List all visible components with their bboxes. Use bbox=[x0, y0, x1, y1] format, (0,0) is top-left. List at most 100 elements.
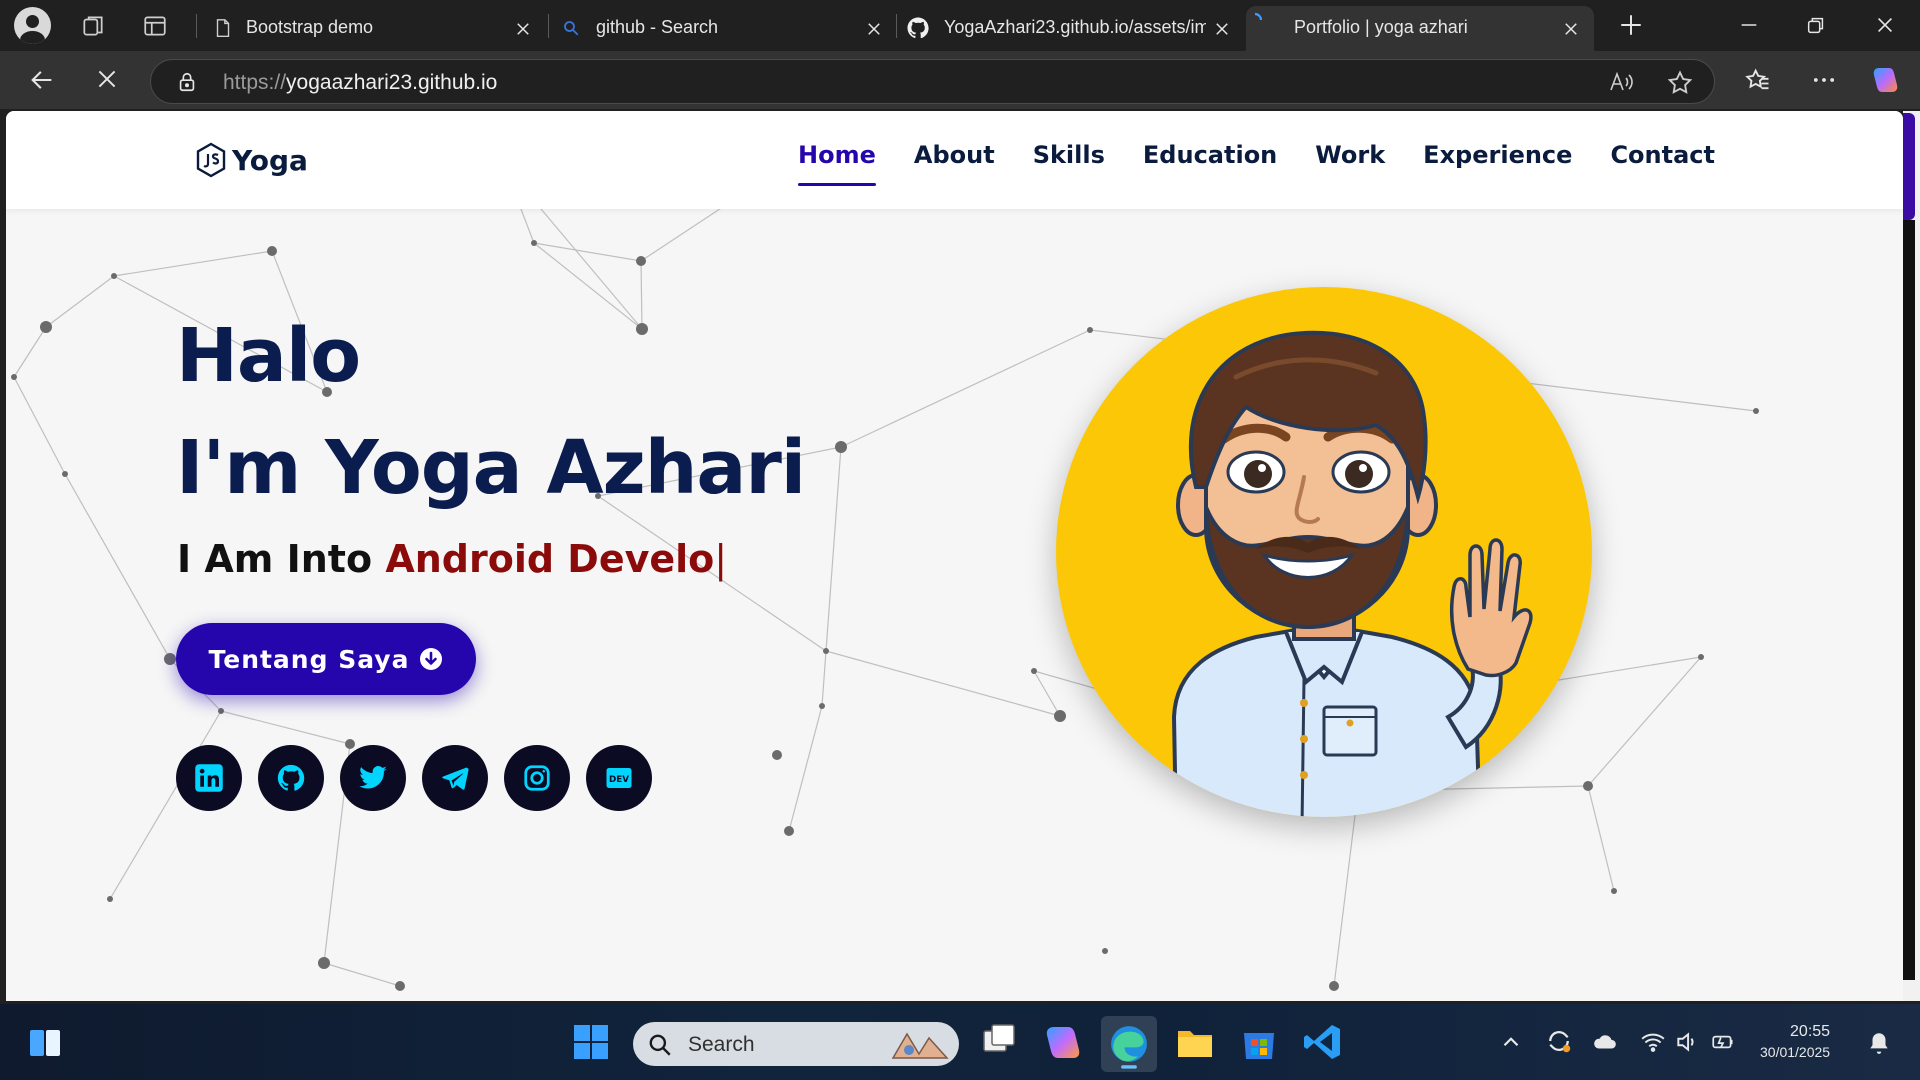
lock-icon[interactable] bbox=[176, 70, 198, 94]
cta-label: Tentang Saya bbox=[208, 644, 410, 674]
notification-bell-icon[interactable] bbox=[1866, 1030, 1892, 1056]
workspaces-icon[interactable] bbox=[80, 13, 106, 39]
brand-logo[interactable]: Yoga bbox=[194, 140, 308, 180]
tab-separator bbox=[896, 14, 897, 38]
network-node bbox=[835, 441, 847, 453]
taskbar-search-box[interactable]: Search bbox=[633, 1022, 959, 1066]
url-text[interactable]: https://yogaazhari23.github.io bbox=[223, 71, 497, 95]
arrow-circle-down-icon bbox=[420, 648, 443, 670]
telegram-icon bbox=[442, 767, 469, 790]
tab-github-search[interactable]: github - Search bbox=[550, 6, 895, 51]
nav-contact[interactable]: Contact bbox=[1610, 141, 1715, 169]
hero-greeting: Halo bbox=[176, 313, 361, 399]
tab-separator bbox=[548, 14, 549, 38]
github-icon bbox=[277, 764, 305, 791]
tab-portfolio[interactable]: Portfolio | yoga azhari bbox=[1246, 6, 1594, 51]
network-node bbox=[218, 708, 224, 714]
profile-avatar-icon[interactable] bbox=[14, 7, 51, 44]
copilot-icon[interactable] bbox=[1870, 64, 1902, 96]
onedrive-cloud-icon[interactable] bbox=[1592, 1029, 1618, 1055]
favorites-icon[interactable] bbox=[1744, 66, 1772, 94]
address-bar[interactable]: https://yogaazhari23.github.io bbox=[150, 59, 1715, 104]
tentang-saya-button[interactable]: Tentang Saya bbox=[176, 623, 476, 695]
avatar-illustration bbox=[1056, 287, 1596, 817]
tab-bootstrap-demo[interactable]: Bootstrap demo bbox=[200, 6, 545, 51]
instagram-link[interactable] bbox=[504, 745, 570, 811]
site-navbar: Yoga Home About Skills Education Work Ex… bbox=[6, 111, 1903, 209]
nav-education[interactable]: Education bbox=[1143, 141, 1277, 169]
network-line bbox=[788, 705, 823, 832]
browser-tab-strip: Bootstrap demo github - Search YogaAzhar… bbox=[0, 0, 1920, 51]
network-node bbox=[636, 256, 646, 266]
twitter-icon bbox=[359, 766, 387, 789]
url-host: yogaazhari23.github.io bbox=[286, 71, 498, 94]
vertical-tabs-icon[interactable] bbox=[142, 13, 168, 39]
nav-home[interactable]: Home bbox=[798, 141, 876, 186]
file-explorer-icon[interactable] bbox=[1170, 1017, 1220, 1067]
new-tab-icon[interactable] bbox=[1618, 12, 1644, 38]
minimize-icon[interactable] bbox=[1738, 14, 1760, 36]
tab-title: YogaAzhari23.github.io/assets/im bbox=[944, 17, 1206, 37]
telegram-link[interactable] bbox=[422, 745, 488, 811]
dev-link[interactable]: DEV bbox=[586, 745, 652, 811]
wifi-icon[interactable] bbox=[1640, 1029, 1666, 1055]
stop-loading-icon[interactable] bbox=[94, 66, 120, 92]
restore-icon[interactable] bbox=[1805, 14, 1827, 36]
widgets-icon[interactable] bbox=[22, 1020, 68, 1066]
edge-browser-icon[interactable] bbox=[1101, 1016, 1157, 1072]
document-icon bbox=[216, 19, 230, 37]
network-node bbox=[62, 471, 68, 477]
back-icon[interactable] bbox=[28, 66, 56, 94]
network-node bbox=[1031, 668, 1037, 674]
typing-prefix: I Am Into bbox=[177, 537, 373, 581]
close-window-icon[interactable] bbox=[1874, 14, 1896, 36]
nav-experience[interactable]: Experience bbox=[1423, 141, 1572, 169]
tab-title: github - Search bbox=[596, 17, 719, 37]
network-line bbox=[533, 242, 642, 262]
task-view-icon[interactable] bbox=[974, 1017, 1024, 1067]
copilot-app-icon[interactable] bbox=[1038, 1017, 1088, 1067]
github-link[interactable] bbox=[258, 745, 324, 811]
typed-text: Android Develo bbox=[385, 537, 715, 581]
scrollbar-thumb[interactable] bbox=[1903, 113, 1915, 980]
search-icon bbox=[564, 21, 579, 36]
clock-time: 20:55 bbox=[1790, 1023, 1831, 1040]
nav-skills[interactable]: Skills bbox=[1033, 141, 1105, 169]
system-clock[interactable]: 20:55 30/01/2025 bbox=[1760, 1021, 1830, 1063]
vscode-icon[interactable] bbox=[1298, 1017, 1348, 1067]
clock-date: 30/01/2025 bbox=[1760, 1044, 1831, 1060]
sync-icon[interactable] bbox=[1544, 1026, 1574, 1056]
linkedin-link[interactable] bbox=[176, 745, 242, 811]
nav-work[interactable]: Work bbox=[1315, 141, 1385, 169]
close-icon[interactable] bbox=[514, 20, 532, 38]
close-icon[interactable] bbox=[865, 20, 883, 38]
network-line bbox=[13, 326, 47, 378]
windows-start-icon[interactable] bbox=[566, 1017, 616, 1067]
loading-spinner-icon bbox=[1254, 12, 1263, 21]
volume-icon[interactable] bbox=[1674, 1029, 1700, 1055]
network-node bbox=[318, 957, 330, 969]
nav-about[interactable]: About bbox=[914, 141, 995, 169]
network-node bbox=[1698, 654, 1704, 660]
network-line bbox=[323, 962, 401, 987]
network-node bbox=[784, 826, 794, 836]
tab-github-asset[interactable]: YogaAzhari23.github.io/assets/im bbox=[898, 6, 1243, 51]
microsoft-store-icon[interactable] bbox=[1234, 1017, 1284, 1067]
instagram-icon bbox=[524, 765, 550, 791]
battery-icon[interactable] bbox=[1710, 1029, 1736, 1055]
twitter-link[interactable] bbox=[340, 745, 406, 811]
svg-text:DEV: DEV bbox=[609, 775, 629, 785]
network-node bbox=[40, 321, 52, 333]
brand-name: Yoga bbox=[232, 143, 308, 177]
favorite-star-icon[interactable] bbox=[1666, 69, 1694, 97]
chevron-up-icon[interactable] bbox=[1498, 1029, 1524, 1055]
network-line bbox=[840, 329, 1091, 448]
close-icon[interactable] bbox=[1562, 20, 1580, 38]
more-menu-icon[interactable] bbox=[1810, 66, 1838, 94]
taskbar-search-label: Search bbox=[688, 1033, 755, 1056]
search-icon bbox=[649, 1034, 671, 1056]
read-aloud-icon[interactable] bbox=[1608, 69, 1636, 95]
page-scrollbar[interactable] bbox=[1903, 111, 1920, 1001]
close-icon[interactable] bbox=[1213, 20, 1231, 38]
network-node bbox=[1102, 948, 1108, 954]
